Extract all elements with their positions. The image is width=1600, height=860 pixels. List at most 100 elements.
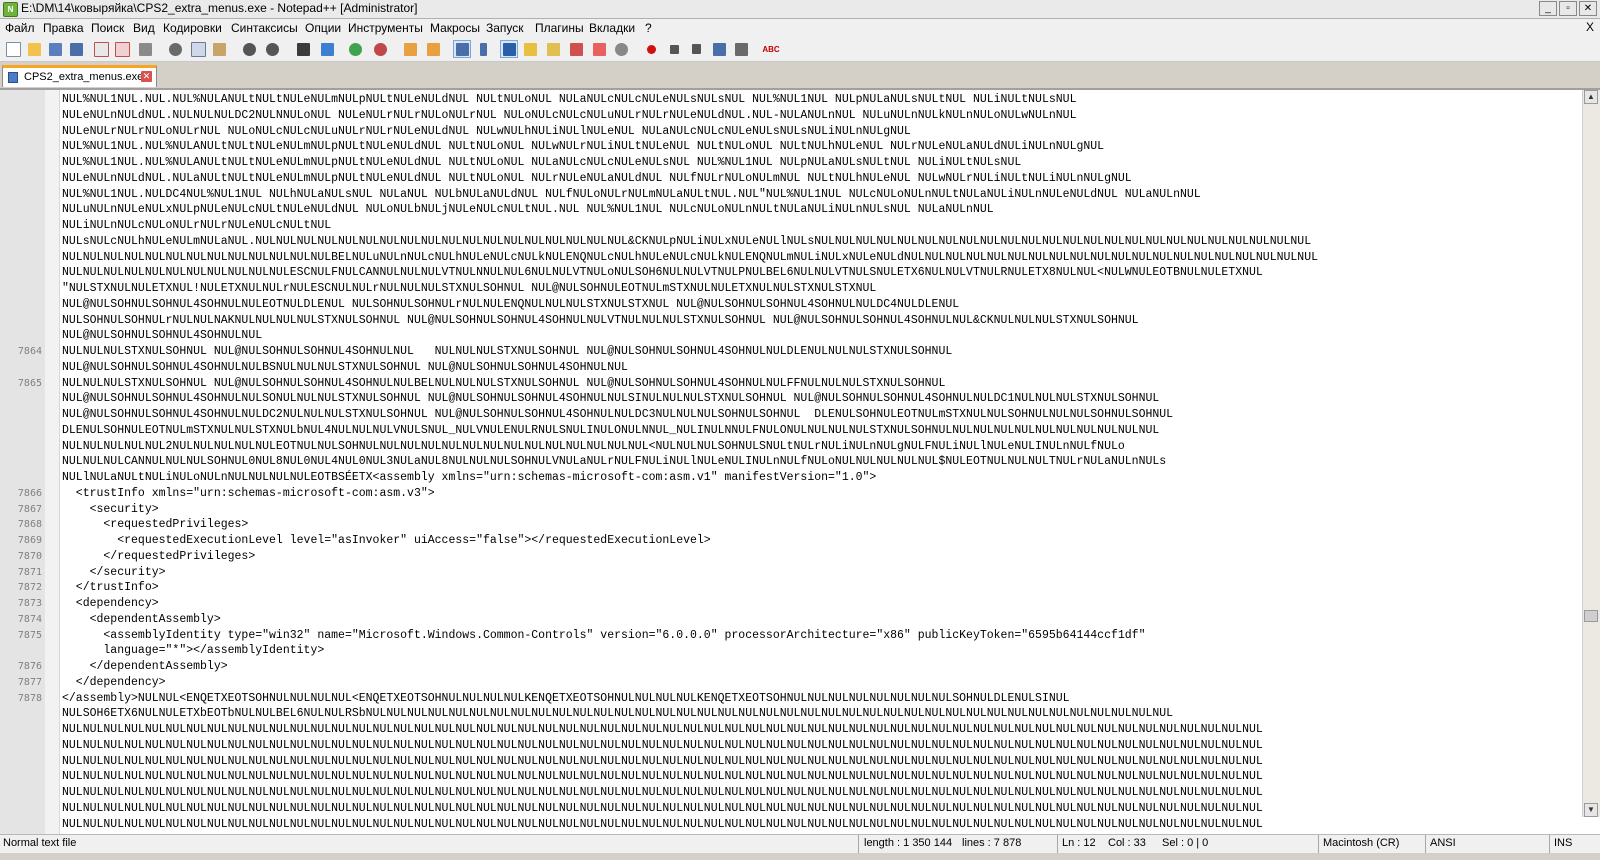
editor-line[interactable]: 7866 <trustInfo xmlns="urn:schemas-micro… — [0, 486, 1578, 502]
maximize-button[interactable]: ▫ — [1559, 1, 1577, 16]
close-button[interactable]: ✕ — [1579, 1, 1597, 16]
editor-line[interactable]: language="*"></assemblyIdentity> — [0, 643, 1578, 659]
editor-line[interactable]: 7877 </dependency> — [0, 675, 1578, 691]
editor-line[interactable]: DLENULSOHNULEOTNULmSTXNULNULSTXNULbNUL4N… — [0, 423, 1578, 439]
editor-line[interactable]: 7869 <requestedExecutionLevel level="asI… — [0, 533, 1578, 549]
editor-line[interactable]: 7874 <dependentAssembly> — [0, 612, 1578, 628]
editor-line[interactable]: NULNULNULNULNUL2NULNULNULNULNULEOTNULNUL… — [0, 439, 1578, 455]
vertical-scrollbar[interactable]: ▲ ▼ — [1582, 90, 1600, 817]
menu-file[interactable]: Файл — [5, 21, 35, 35]
record-macro-icon[interactable] — [642, 40, 660, 58]
replace-icon[interactable] — [318, 40, 336, 58]
editor-line[interactable]: NULSOHNULSOHNULrNULNULNAKNULNULNULNULSTX… — [0, 313, 1578, 329]
function-list-icon[interactable] — [567, 40, 585, 58]
udl-icon[interactable] — [521, 40, 539, 58]
editor-line[interactable]: 7871 </security> — [0, 565, 1578, 581]
editor-line[interactable]: NULNULNULNULNULNULNULNULNULNULNULNULNULN… — [0, 754, 1578, 770]
editor-line[interactable]: NULlNULaNULtNULiNULoNULnNULNULNULNULEOTB… — [0, 470, 1578, 486]
editor-line[interactable]: NUL@NULSOHNULSOHNUL4SOHNULNULBSNULNULNUL… — [0, 360, 1578, 376]
word-wrap-icon[interactable] — [453, 40, 471, 58]
editor-line[interactable]: NULeNULrNULrNULoNULrNUL NULoNULcNULcNULu… — [0, 124, 1578, 140]
editor-line[interactable]: 7872 </trustInfo> — [0, 580, 1578, 596]
editor-line[interactable]: NULNULNULNULNULNULNULNULNULNULNULNULNULN… — [0, 769, 1578, 785]
editor-line[interactable]: NULNULNULNULNULNULNULNULNULNULNULNULNULN… — [0, 801, 1578, 817]
save-all-icon[interactable] — [67, 40, 85, 58]
print-icon[interactable] — [136, 40, 154, 58]
menu-run[interactable]: Запуск — [486, 21, 524, 35]
zoom-in-icon[interactable] — [346, 40, 364, 58]
editor-line[interactable]: 7870 </requestedPrivileges> — [0, 549, 1578, 565]
editor-line[interactable]: NUL@NULSOHNULSOHNUL4SOHNULNULDC2NULNULNU… — [0, 407, 1578, 423]
editor-line[interactable]: 7875 <assemblyIdentity type="win32" name… — [0, 628, 1578, 644]
scroll-down-icon[interactable]: ▼ — [1584, 803, 1598, 817]
menu-search[interactable]: Поиск — [91, 21, 124, 35]
stop-macro-icon[interactable] — [665, 40, 683, 58]
editor-area[interactable]: NUL%NUL1NUL.NUL.NUL%NULANULtNULtNULeNULm… — [0, 89, 1600, 846]
spellcheck-icon[interactable]: ABC — [762, 40, 780, 58]
editor-line[interactable]: NUL@NULSOHNULSOHNUL4SOHNULNUL — [0, 328, 1578, 344]
editor-line[interactable]: 7868 <requestedPrivileges> — [0, 517, 1578, 533]
editor-line[interactable]: NULNULNULNULNULNULNULNULNULNULNULNULNULN… — [0, 722, 1578, 738]
close-all-icon[interactable] — [113, 40, 131, 58]
editor-line[interactable]: NUL%NUL1NUL.NUL%NULANULtNULtNULeNULmNULp… — [0, 155, 1578, 171]
menu-options[interactable]: Опции — [305, 21, 341, 35]
menu-plugins[interactable]: Плагины — [535, 21, 584, 35]
editor-line[interactable]: NULNULNULNULNULNULNULNULNULNULNULNULNULN… — [0, 785, 1578, 801]
zoom-out-icon[interactable] — [371, 40, 389, 58]
editor-line[interactable]: 7873 <dependency> — [0, 596, 1578, 612]
editor-line[interactable]: NULNULNULCANNULNULNULSOHNUL0NUL8NUL0NUL4… — [0, 454, 1578, 470]
monitoring-icon[interactable] — [612, 40, 630, 58]
indent-guide-icon[interactable] — [500, 40, 518, 58]
folder-workspace-icon[interactable] — [590, 40, 608, 58]
menu-tabs[interactable]: Вкладки — [589, 21, 635, 35]
menu-tools[interactable]: Инструменты — [348, 21, 423, 35]
editor-line[interactable]: 7878 </assembly>NULNUL<ENQETXEOTSOHNULNUL… — [0, 691, 1578, 707]
scroll-up-icon[interactable]: ▲ — [1584, 90, 1598, 104]
paste-icon[interactable] — [210, 40, 228, 58]
editor-line[interactable]: NUL%NUL1NUL.NUL.NUL%NULANULtNULtNULeNULm… — [0, 92, 1578, 108]
tab-close-icon[interactable]: ✕ — [141, 71, 152, 82]
save-macro-icon[interactable] — [732, 40, 750, 58]
editor-line[interactable]: NULiNULnNULcNULoNULrNULrNULeNULcNULtNUL — [0, 218, 1578, 234]
sync-horizontal-icon[interactable] — [424, 40, 442, 58]
scroll-thumb[interactable] — [1584, 610, 1598, 622]
editor-line[interactable]: NUL%NUL1NUL.NUL%NULANULtNULtNULeNULmNULp… — [0, 139, 1578, 155]
editor-line[interactable]: NULNULNULNULNULNULNULNULNULNULNULNULNULN… — [0, 738, 1578, 754]
play-macro-icon[interactable] — [687, 40, 705, 58]
menu-macros[interactable]: Макросы — [430, 21, 480, 35]
undo-icon[interactable] — [240, 40, 258, 58]
editor-line[interactable]: NULSOH6ETX6NULNULETXbEOTbNULNULBEL6NULNU… — [0, 706, 1578, 722]
editor-line[interactable]: NULeNULnNULdNUL.NULaNULtNULtNULeNULmNULp… — [0, 171, 1578, 187]
editor-line[interactable]: NUL@NULSOHNULSOHNUL4SOHNULNULEOTNULDLENU… — [0, 297, 1578, 313]
editor-line[interactable]: NULuNULnNULeNULxNULpNULeNULcNULtNULeNULd… — [0, 202, 1578, 218]
editor-line[interactable]: NULNULNULNULNULNULNULNULNULNULNULESCNULF… — [0, 265, 1578, 281]
save-icon[interactable] — [46, 40, 64, 58]
close-document-icon[interactable]: X — [1586, 20, 1594, 34]
editor-line[interactable]: 7867 <security> — [0, 502, 1578, 518]
cut-icon[interactable] — [166, 40, 184, 58]
editor-line[interactable]: NUL@NULSOHNULSOHNUL4SOHNULNULSONULNULNUL… — [0, 391, 1578, 407]
new-file-icon[interactable] — [4, 40, 22, 58]
eol-format[interactable]: Macintosh (CR) — [1323, 837, 1399, 849]
menu-help[interactable]: ? — [645, 21, 652, 35]
editor-line[interactable]: NULNULNULNULNULNULNULNULNULNULNULNULNULN… — [0, 817, 1578, 833]
editor-line[interactable]: NULNULNULNULNULNULNULNULNULNULNULNULNULB… — [0, 250, 1578, 266]
editor-line[interactable]: 7876 </dependentAssembly> — [0, 659, 1578, 675]
run-macro-multiple-icon[interactable] — [710, 40, 728, 58]
menu-view[interactable]: Вид — [133, 21, 155, 35]
editor-line[interactable]: 7864 NULNULNULSTXNULSOHNUL NUL@NULSOHNULS… — [0, 344, 1578, 360]
editor-line[interactable]: NULeNULnNULdNUL.NULNULNULDC2NULNNULoNUL … — [0, 108, 1578, 124]
tab-document[interactable]: CPS2_extra_menus.exe ✕ — [2, 65, 157, 87]
editor-line[interactable]: NULsNULcNULhNULeNULmNULaNUL.NULNULNULNUL… — [0, 234, 1578, 250]
sync-vertical-icon[interactable] — [401, 40, 419, 58]
find-icon[interactable] — [294, 40, 312, 58]
editor-line[interactable]: 7865 NULNULNULSTXNULSOHNUL NUL@NULSOHNULS… — [0, 376, 1578, 392]
show-all-chars-icon[interactable] — [474, 40, 492, 58]
redo-icon[interactable] — [263, 40, 281, 58]
encoding[interactable]: ANSI — [1430, 837, 1456, 849]
close-icon[interactable] — [92, 40, 110, 58]
minimize-button[interactable]: _ — [1539, 1, 1557, 16]
doc-map-icon[interactable] — [544, 40, 562, 58]
open-file-icon[interactable] — [25, 40, 43, 58]
editor-line[interactable]: "NULSTXNULNULETXNUL!NULETXNULNULrNULESCN… — [0, 281, 1578, 297]
